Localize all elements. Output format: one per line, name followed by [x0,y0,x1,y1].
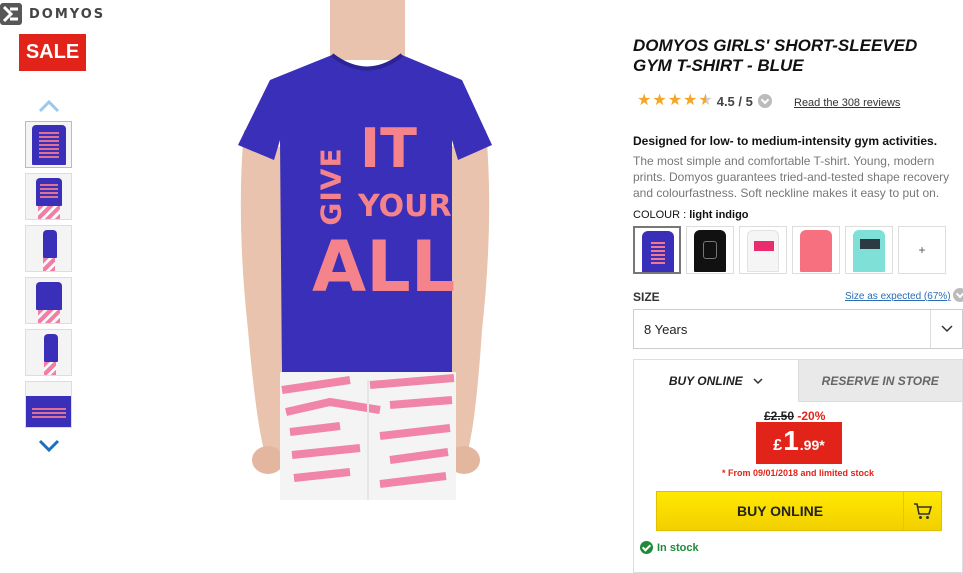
star-icon: ★ [667,92,683,109]
buy-online-button-label: BUY ONLINE [736,503,824,519]
description-heading: Designed for low- to medium-intensity gy… [633,134,938,148]
rating-stars: ★ ★ ★ ★ ★ [637,93,713,109]
sale-badge: SALE [19,34,86,71]
product-main-image[interactable]: GIVE IT YOUR ALL [230,0,500,500]
size-select[interactable]: 8 Years [633,309,963,349]
half-star-icon: ★ [698,92,713,109]
cart-icon [903,492,941,530]
shirt-print-your: YOUR [358,189,452,224]
buy-box: BUY ONLINE RESERVE IN STORE £2.50 -20% £… [633,359,963,573]
size-info-icon[interactable] [953,288,963,302]
check-circle-icon [640,541,653,554]
rating-info-icon[interactable] [757,94,772,108]
shirt-print-all: ALL [312,226,456,308]
colour-label-prefix: COLOUR : [633,209,687,221]
chevron-down-icon [930,310,962,348]
star-icon: ★ [652,92,667,109]
discount-percent: -20% [797,409,826,423]
thumbnail-model-front[interactable] [25,173,72,220]
product-rating: ★ ★ ★ ★ ★ 4.5 / 5 [637,93,772,109]
stock-status-text: In stock [657,541,699,554]
stock-status: In stock [640,541,699,554]
thumbnail-list [25,121,72,433]
rating-value: 4.5 / 5 [716,93,753,109]
colour-swatches: + [633,226,946,274]
thumbnail-model-back[interactable] [25,277,72,324]
buy-online-button[interactable]: BUY ONLINE [656,491,942,531]
thumbnail-scroll-down-icon[interactable] [37,437,61,455]
product-title: DOMYOS GIRLS' SHORT-SLEEVED GYM T-SHIRT … [633,36,918,75]
thumbnail-detail[interactable] [25,381,72,428]
thumbnail-model-side-2[interactable] [25,329,72,376]
swatch-black[interactable] [686,226,734,274]
price-currency: £ [773,437,783,454]
domyos-logo-icon [0,3,22,25]
price-decimal: .99* [799,437,825,453]
size-selected-value: 8 Years [644,321,688,337]
thumbnail-scroll-up-icon[interactable] [37,97,61,115]
colour-value: light indigo [689,209,749,221]
shirt-print-give: GIVE [314,147,348,226]
star-icon: ★ [637,92,652,109]
swatch-pink[interactable] [792,226,840,274]
tab-reserve-in-store[interactable]: RESERVE IN STORE [797,360,962,402]
price-integer: 1 [783,425,799,456]
more-colours-button[interactable]: + [898,226,946,274]
shirt-print-it: IT [360,117,417,180]
thumbnail-model-side[interactable] [25,225,72,272]
thumbnail-front[interactable] [25,121,72,168]
size-label: SIZE [633,290,660,304]
swatch-light-indigo[interactable] [633,226,681,274]
old-price: £2.50 -20% [764,409,825,423]
star-icon: ★ [683,92,698,109]
swatch-white[interactable] [739,226,787,274]
tab-buy-online[interactable]: BUY ONLINE [634,360,798,402]
colour-label: COLOUR : light indigo [633,209,749,221]
size-fit-link[interactable]: Size as expected (67%) [845,291,951,302]
chevron-down-icon [753,374,763,388]
swatch-mint[interactable] [845,226,893,274]
product-description: The most simple and comfortable T-shirt.… [633,154,950,200]
old-price-value: £2.50 [764,409,795,423]
reviews-link[interactable]: Read the 308 reviews [794,97,900,109]
current-price: £ 1 .99* [756,422,842,464]
price-note: * From 09/01/2018 and limited stock [721,468,875,478]
brand-name: DOMYOS [29,6,106,22]
shirt-print: GIVE IT YOUR ALL [308,120,458,340]
buy-tabs: BUY ONLINE RESERVE IN STORE [634,360,962,402]
domyos-logo[interactable]: DOMYOS [0,2,105,26]
tab-buy-online-label: BUY ONLINE [668,374,743,388]
